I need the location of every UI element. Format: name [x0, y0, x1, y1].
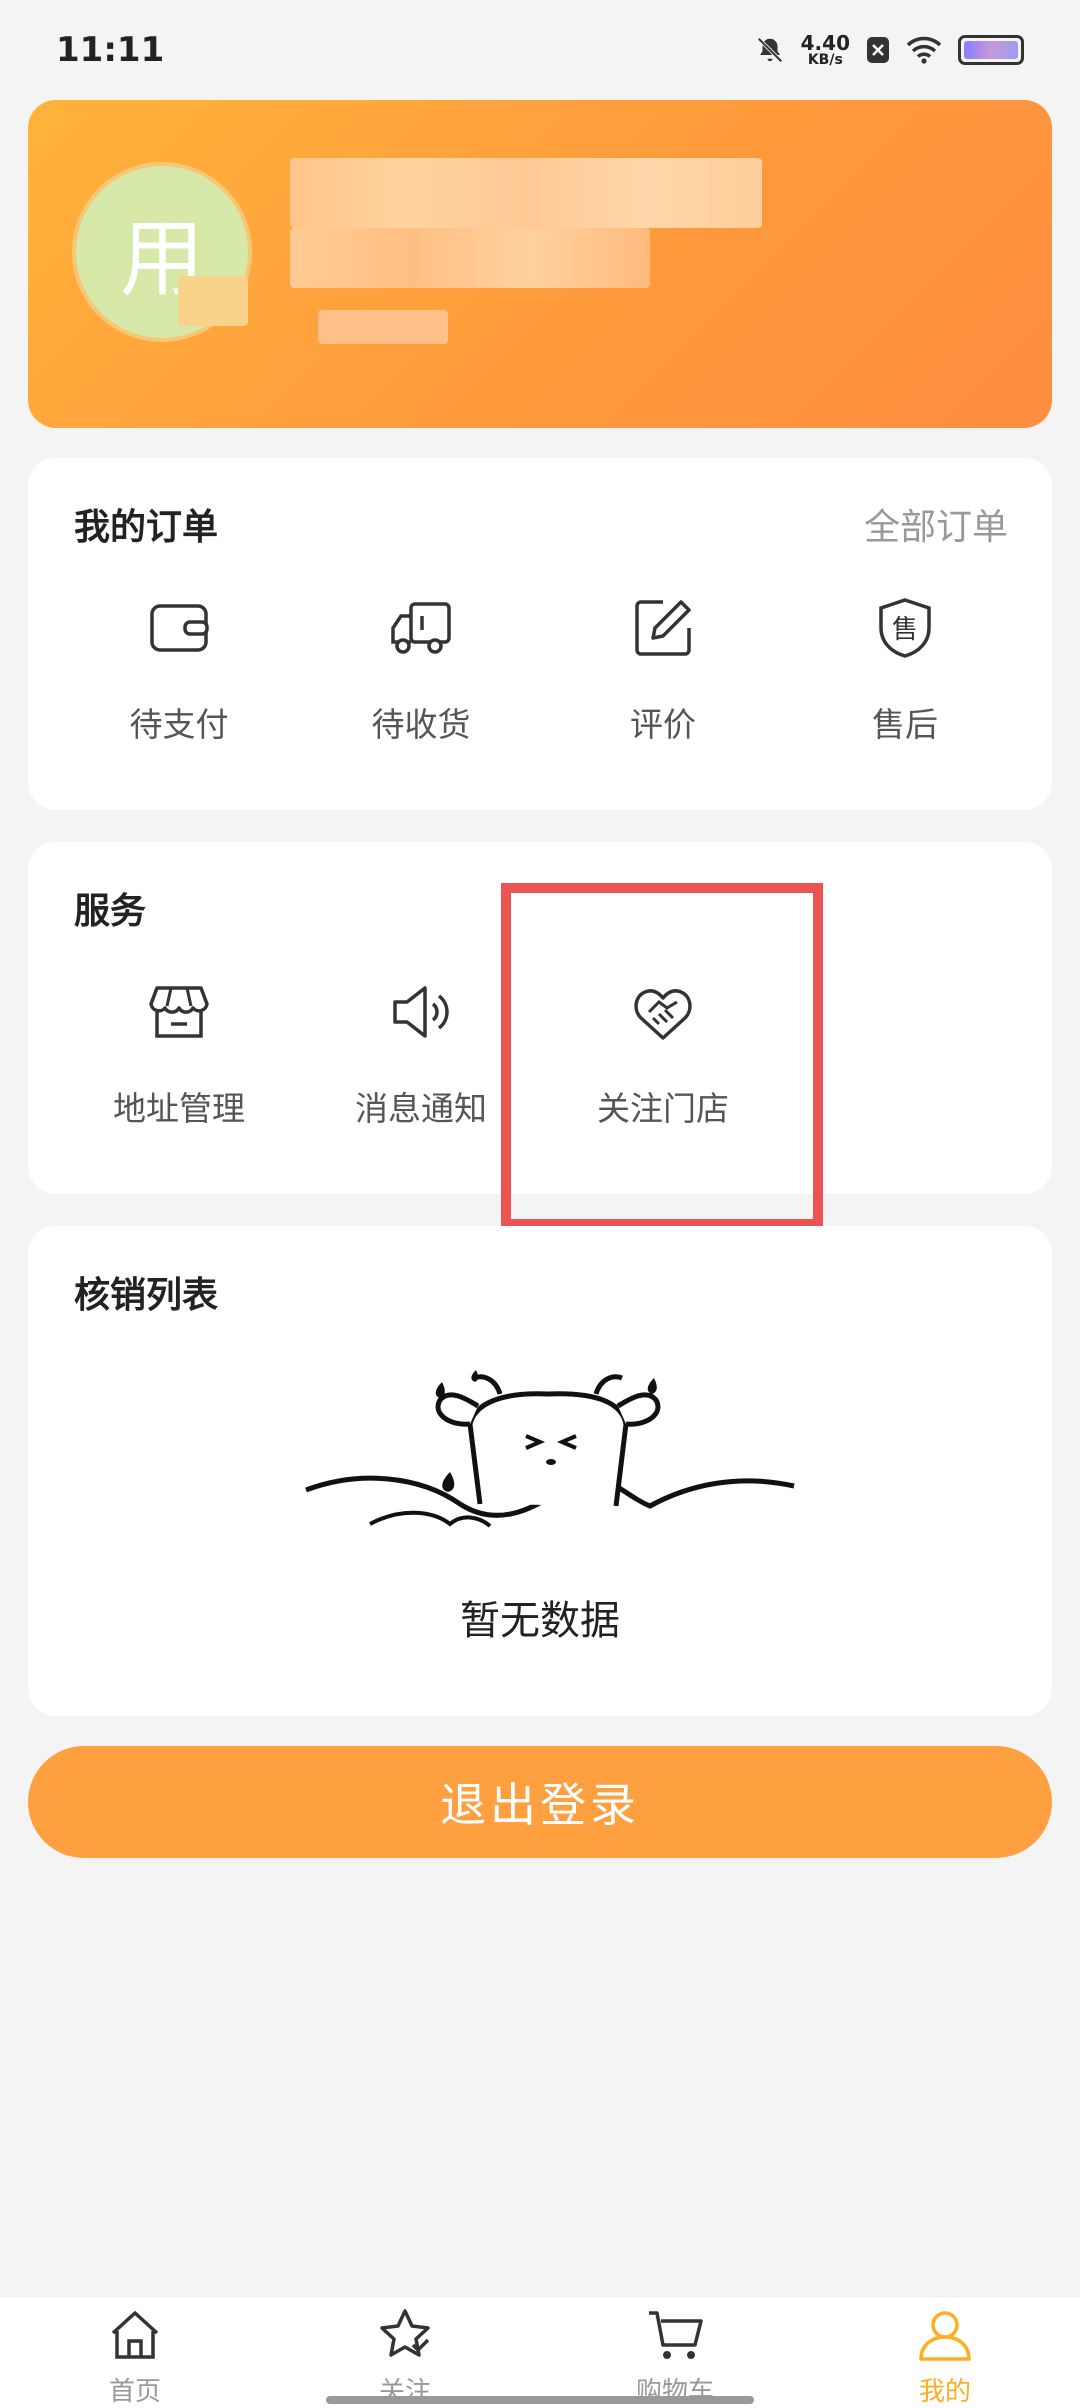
- sim-x-icon: [867, 37, 889, 63]
- edit-icon: [635, 600, 691, 656]
- service-notifications-label: 消息通知: [355, 1089, 487, 1128]
- verification-card: 核销列表 暂无数据: [28, 1226, 1052, 1716]
- battery-icon: [958, 35, 1024, 65]
- bell-muted-icon: [757, 37, 783, 63]
- highlight-annotation: [501, 883, 823, 1229]
- verification-title: 核销列表: [74, 1275, 219, 1316]
- net-speed-value: 4.40: [800, 31, 850, 55]
- home-indicator[interactable]: [326, 2396, 754, 2404]
- net-speed: 4.40 KB/s: [801, 33, 850, 67]
- net-speed-unit: KB/s: [807, 52, 843, 68]
- status-bar: 11:11 4.40 KB/s: [0, 0, 1080, 100]
- wifi-icon: [906, 36, 942, 64]
- order-pending-payment-label: 待支付: [129, 705, 229, 744]
- service-address-label: 地址管理: [113, 1089, 245, 1128]
- order-pending-receipt-label: 待收货: [371, 705, 471, 744]
- redacted-id: [318, 310, 448, 344]
- status-icons: 4.40 KB/s: [755, 33, 1024, 67]
- order-review[interactable]: 评价: [542, 596, 784, 746]
- speaker-icon: [393, 986, 449, 1038]
- home-icon: [111, 2311, 159, 2359]
- star-icon: [380, 2309, 430, 2357]
- orders-title: 我的订单: [74, 507, 219, 548]
- empty-cow-illustration: [305, 1370, 795, 1528]
- order-after-sales-label: 售后: [872, 705, 938, 744]
- service-address[interactable]: 地址管理: [58, 980, 300, 1130]
- order-pending-receipt[interactable]: 待收货: [300, 596, 542, 746]
- nav-cart[interactable]: 购物车: [540, 2297, 810, 2408]
- nav-mine-label: 我的: [918, 2377, 971, 2407]
- truck-icon: [391, 602, 451, 654]
- services-title: 服务: [74, 891, 147, 932]
- order-after-sales[interactable]: 售 售后: [784, 596, 1026, 746]
- user-icon: [919, 2311, 971, 2361]
- nav-home[interactable]: 首页: [0, 2297, 270, 2408]
- all-orders-link[interactable]: 全部订单: [864, 498, 1008, 550]
- page: 11:11 4.40 KB/s 用 我的订单 全部订单 待支付 待收货 评价 售…: [0, 0, 1080, 2408]
- svg-text:售: 售: [892, 615, 918, 645]
- nav-mine[interactable]: 我的: [810, 2297, 1080, 2408]
- nav-home-label: 首页: [108, 2377, 161, 2407]
- cart-icon: [649, 2311, 703, 2359]
- order-pending-payment[interactable]: 待支付: [58, 596, 300, 746]
- redacted-username-line2: [290, 228, 650, 288]
- nav-follow[interactable]: 关注: [270, 2297, 540, 2408]
- after-sales-shield-icon: 售: [879, 598, 931, 658]
- bottom-nav: 首页 关注 购物车 我的: [0, 2296, 1080, 2408]
- status-time: 11:11: [56, 30, 165, 70]
- store-icon: [149, 986, 209, 1038]
- empty-state-text: 暂无数据: [460, 1598, 620, 1644]
- profile-header[interactable]: 用: [28, 100, 1052, 428]
- redacted-username: [290, 158, 762, 228]
- logout-button[interactable]: 退出登录: [28, 1746, 1052, 1858]
- orders-card: 我的订单 全部订单 待支付 待收货 评价 售 售后: [28, 458, 1052, 810]
- wallet-icon: [150, 604, 209, 652]
- order-review-label: 评价: [630, 705, 696, 744]
- redacted-badge: [178, 276, 248, 326]
